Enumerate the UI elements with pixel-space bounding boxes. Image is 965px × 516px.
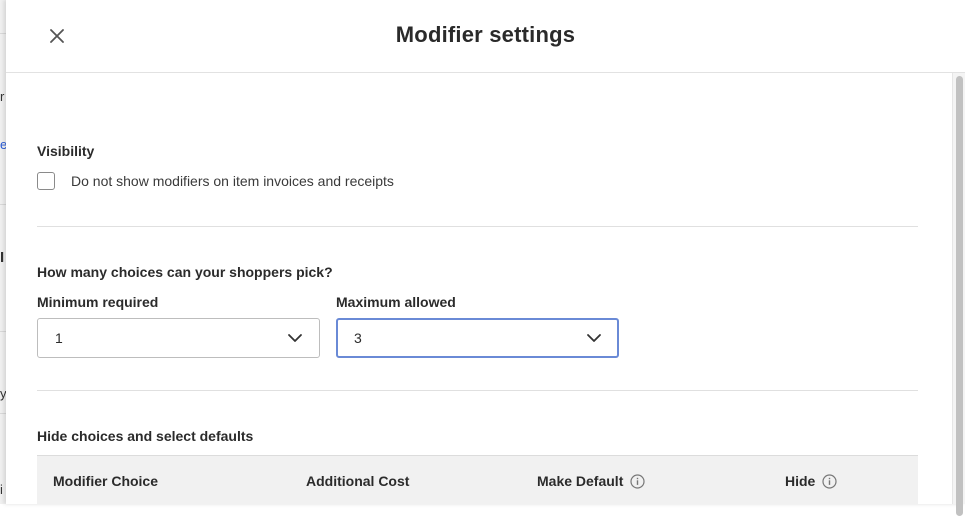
column-header-make-default: Make Default <box>537 473 645 489</box>
divider <box>37 226 918 227</box>
info-icon[interactable] <box>630 473 645 489</box>
modifier-table-header: Modifier Choice Additional Cost Make Def… <box>37 455 918 504</box>
modal-header: Modifier settings <box>6 0 965 73</box>
hide-modifiers-label: Do not show modifiers on item invoices a… <box>71 173 394 189</box>
column-header-modifier-choice: Modifier Choice <box>53 473 159 489</box>
chevron-down-icon <box>587 334 601 342</box>
divider <box>37 390 918 391</box>
minimum-required-select[interactable]: 1 <box>37 318 320 358</box>
defaults-heading: Hide choices and select defaults <box>37 428 254 444</box>
maximum-allowed-value: 3 <box>354 330 362 346</box>
hide-modifiers-option: Do not show modifiers on item invoices a… <box>37 172 394 190</box>
column-header-hide: Hide <box>785 473 837 489</box>
column-header-additional-cost: Additional Cost <box>306 473 410 489</box>
hide-modifiers-checkbox[interactable] <box>37 172 55 190</box>
chevron-down-icon <box>288 334 302 342</box>
minimum-required-label: Minimum required <box>37 294 159 310</box>
minimum-required-value: 1 <box>55 330 63 346</box>
modal-scrollbar[interactable] <box>952 73 965 516</box>
scrollbar-thumb[interactable] <box>956 76 963 516</box>
visibility-heading: Visibility <box>37 143 95 159</box>
modifier-settings-modal: Modifier settings Visibility Do not show… <box>6 0 965 516</box>
maximum-allowed-select[interactable]: 3 <box>336 318 619 358</box>
modal-title: Modifier settings <box>395 22 576 47</box>
choices-heading: How many choices can your shoppers pick? <box>37 264 333 280</box>
info-icon[interactable] <box>822 473 837 489</box>
maximum-allowed-label: Maximum allowed <box>336 294 456 310</box>
